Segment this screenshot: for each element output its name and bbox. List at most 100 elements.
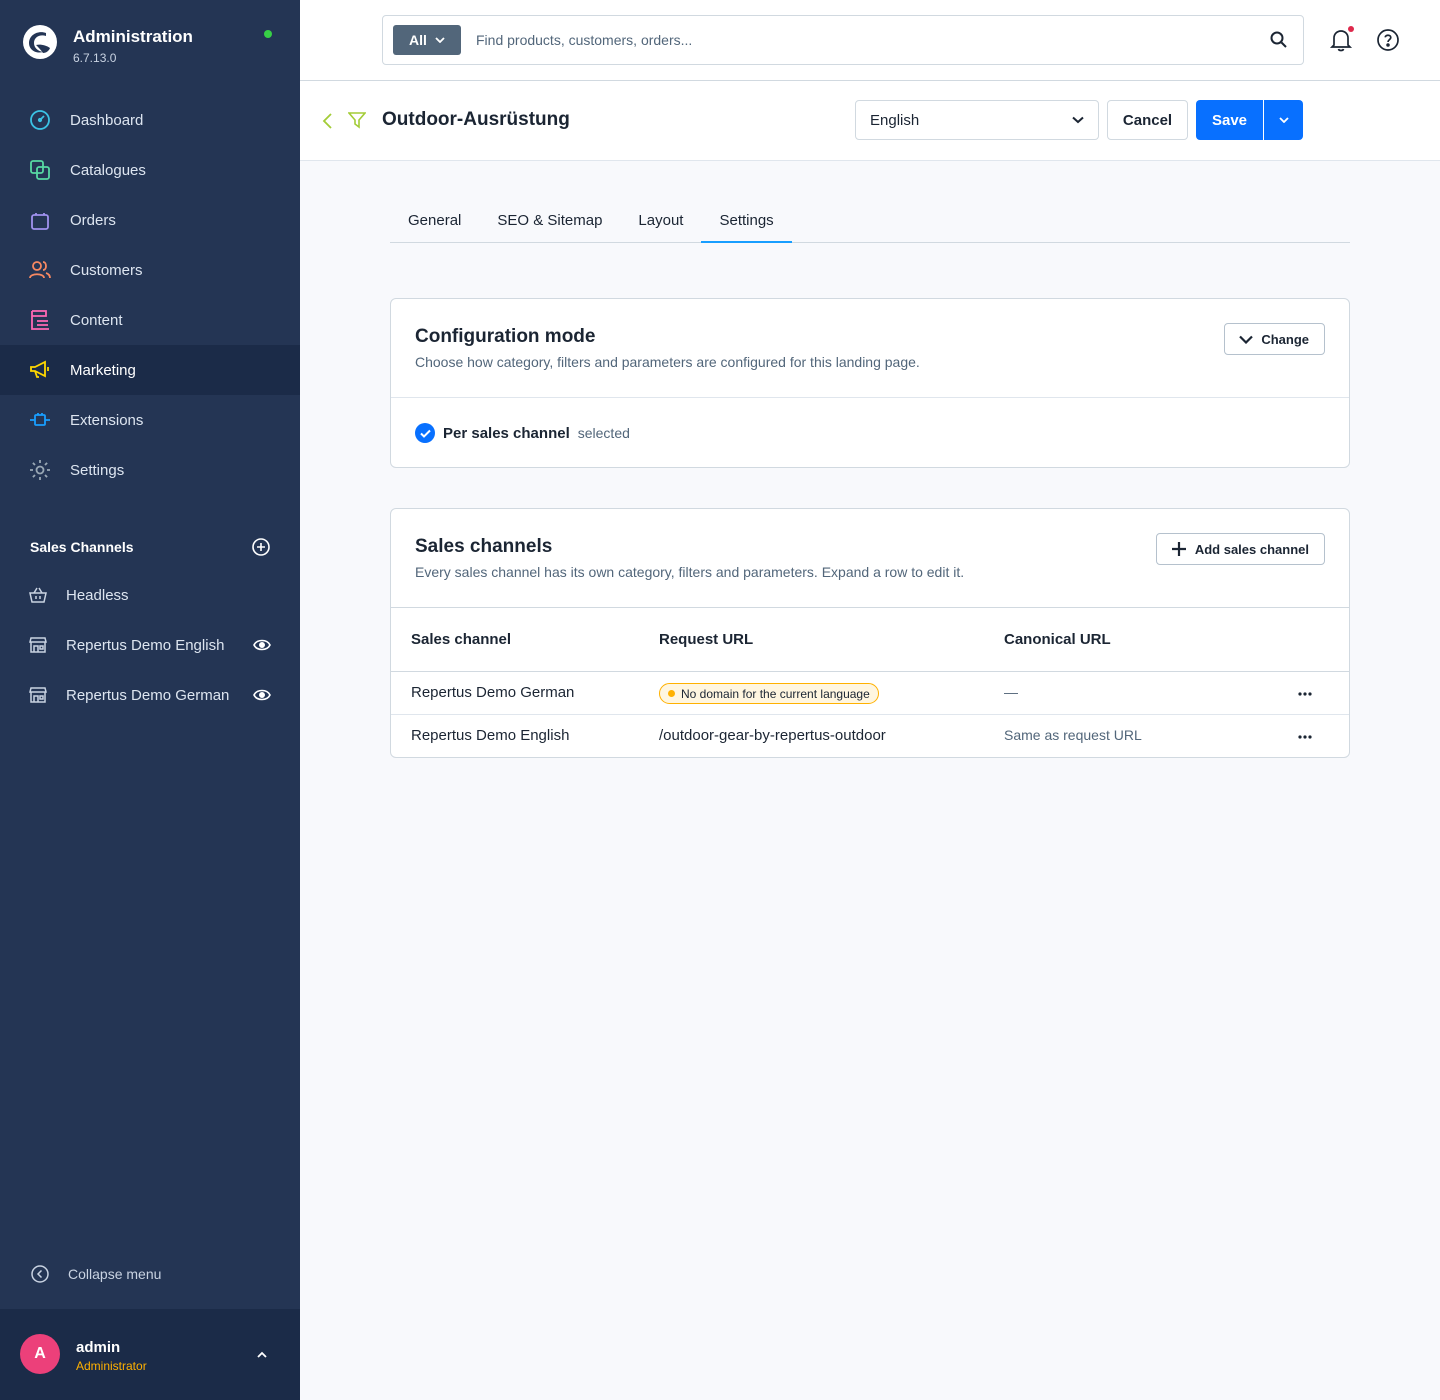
search-icon[interactable] (1269, 30, 1289, 50)
change-mode-label: Change (1261, 331, 1309, 347)
tab-settings[interactable]: Settings (701, 200, 792, 243)
nav-item-extensions[interactable]: Extensions (0, 395, 300, 445)
brand[interactable]: Administration 6.7.13.0 (22, 24, 193, 65)
cell-canonical-url: Same as request URL (1004, 727, 1142, 743)
user-profile[interactable]: A admin Administrator (0, 1309, 300, 1400)
chevron-down-icon (435, 37, 445, 43)
nav-label: Orders (70, 211, 116, 229)
sales-channel-label: Repertus Demo German (66, 686, 230, 704)
selected-mode-name: Per sales channel (443, 424, 570, 442)
notification-badge (1348, 26, 1354, 32)
more-options-icon[interactable] (1297, 729, 1313, 745)
help-icon[interactable] (1376, 28, 1400, 52)
nav-label: Settings (70, 461, 125, 479)
basket-icon (28, 585, 48, 605)
warning-dot-icon (668, 690, 675, 697)
nav-item-marketing[interactable]: Marketing (0, 345, 300, 395)
sales-channels-heading: Sales Channels (30, 538, 270, 556)
collapse-menu-label: Collapse menu (68, 1266, 162, 1282)
tab-bar: General SEO & Sitemap Layout Settings (390, 200, 1350, 243)
sales-channel-list: Headless Repertus Demo English Repertus … (0, 570, 300, 720)
selected-mode-state: selected (577, 425, 630, 441)
cell-sales-channel: Repertus Demo German (411, 684, 575, 701)
top-bar: All (300, 0, 1440, 81)
filter-icon (348, 112, 366, 129)
nav-item-settings[interactable]: Settings (0, 445, 300, 495)
nav-label: Extensions (70, 411, 144, 429)
gear-icon (28, 458, 52, 482)
language-value: English (870, 111, 920, 129)
nav-label: Content (70, 311, 123, 329)
language-select[interactable]: English (855, 100, 1099, 140)
nav-item-dashboard[interactable]: Dashboard (0, 95, 300, 145)
warning-badge-label: No domain for the current language (681, 686, 870, 701)
search-type-label: All (409, 32, 427, 48)
online-status-dot (264, 30, 272, 38)
table-row[interactable]: Repertus Demo German No domain for the c… (391, 672, 1349, 715)
sales-channel-item-repertus-demo-german[interactable]: Repertus Demo German (0, 670, 300, 720)
plug-icon (28, 408, 52, 432)
chevron-up-icon[interactable] (254, 1347, 270, 1363)
card-title: Configuration mode (415, 326, 596, 347)
nav-label: Marketing (70, 361, 136, 379)
change-mode-button[interactable]: Change (1224, 323, 1325, 355)
checkmark-icon (415, 423, 435, 443)
eye-icon[interactable] (252, 685, 272, 705)
sales-channel-label: Headless (66, 586, 129, 604)
sales-channels-card: Sales channels Every sales channel has i… (390, 508, 1350, 758)
global-search: All (382, 15, 1304, 65)
chevron-down-icon (1239, 335, 1254, 344)
nav-item-customers[interactable]: Customers (0, 245, 300, 295)
selected-mode: Per sales channel selected (415, 423, 630, 443)
nav-item-orders[interactable]: Orders (0, 195, 300, 245)
more-options-icon[interactable] (1297, 686, 1313, 702)
table-header: Sales channel Request URL Canonical URL (391, 608, 1349, 672)
card-subtitle: Every sales channel has its own category… (415, 564, 965, 580)
search-input[interactable] (476, 16, 1236, 64)
catalogue-icon (28, 158, 52, 182)
sales-channels-table: Sales channel Request URL Canonical URL … (391, 607, 1349, 758)
card-subtitle: Choose how category, filters and paramet… (415, 354, 920, 370)
search-type-select[interactable]: All (393, 25, 461, 55)
column-header-request-url: Request URL (659, 631, 754, 648)
tab-general[interactable]: General (390, 200, 479, 243)
nav-item-catalogues[interactable]: Catalogues (0, 145, 300, 195)
nav-label: Catalogues (70, 161, 146, 179)
sales-channels-title: Sales Channels (30, 539, 134, 555)
cancel-button[interactable]: Cancel (1107, 100, 1188, 140)
configuration-mode-card: Configuration mode Choose how category, … (390, 298, 1350, 468)
plus-icon (1171, 542, 1186, 556)
eye-icon[interactable] (252, 635, 272, 655)
smart-bar: Outdoor-Ausrüstung English Cancel Save (300, 81, 1440, 161)
tab-seo-sitemap[interactable]: SEO & Sitemap (479, 200, 620, 243)
collapse-menu-button[interactable]: Collapse menu (30, 1264, 161, 1284)
sidebar: Administration 6.7.13.0 Dashboard Catalo… (0, 0, 300, 1400)
nav-item-content[interactable]: Content (0, 295, 300, 345)
add-sales-channel-icon[interactable] (252, 538, 270, 556)
column-header-canonical-url: Canonical URL (1004, 631, 1111, 648)
storefront-icon (28, 685, 48, 705)
user-name: admin (76, 1339, 121, 1356)
back-arrow-icon[interactable] (320, 111, 336, 131)
shopping-bag-icon (28, 208, 52, 232)
table-row[interactable]: Repertus Demo English /outdoor-gear-by-r… (391, 715, 1349, 758)
sales-channel-item-repertus-demo-english[interactable]: Repertus Demo English (0, 620, 300, 670)
shopware-logo-icon (23, 25, 57, 59)
cell-sales-channel: Repertus Demo English (411, 727, 570, 744)
nav-label: Customers (70, 261, 143, 279)
users-icon (28, 258, 52, 282)
chevron-down-icon (1072, 116, 1084, 124)
save-options-button[interactable] (1264, 100, 1303, 140)
avatar: A (20, 1334, 60, 1374)
warning-badge: No domain for the current language (659, 683, 879, 704)
sales-channel-item-headless[interactable]: Headless (0, 570, 300, 620)
divider (391, 397, 1349, 398)
save-button[interactable]: Save (1196, 100, 1263, 140)
gauge-icon (28, 108, 52, 132)
collapse-icon (31, 1265, 49, 1283)
column-header-sales-channel: Sales channel (411, 631, 512, 648)
add-sales-channel-label: Add sales channel (1194, 541, 1309, 557)
add-sales-channel-button[interactable]: Add sales channel (1155, 533, 1325, 565)
nav-label: Dashboard (70, 111, 144, 129)
tab-layout[interactable]: Layout (620, 200, 701, 243)
